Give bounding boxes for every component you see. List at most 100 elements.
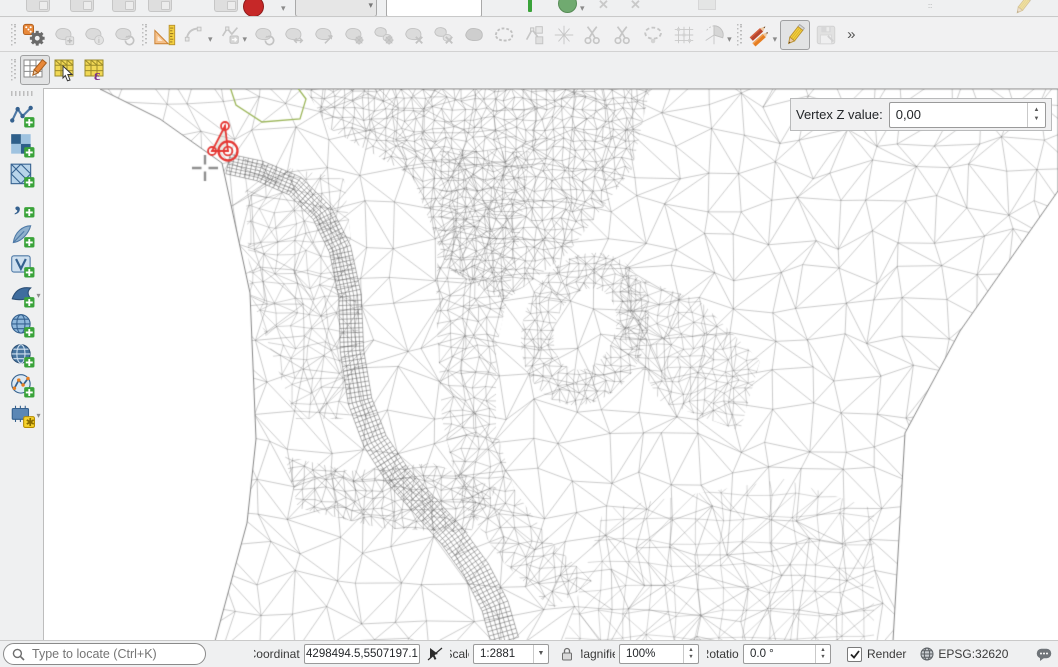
render-checkbox[interactable] (847, 647, 862, 662)
toolbar-drag-handle[interactable] (11, 59, 16, 81)
vertex-z-spinbox[interactable]: 0,00 ▲▼ (889, 102, 1046, 128)
top-toolbar-caret[interactable]: ▾ (580, 3, 585, 14)
flip-edges-button[interactable] (550, 21, 578, 49)
rotate-mesh-elements-button[interactable] (310, 21, 338, 49)
extent-toggle-icon[interactable] (427, 647, 443, 661)
move-mesh-elements-button[interactable] (280, 21, 308, 49)
settings-icon (22, 23, 46, 47)
top-toolbar-x-icon[interactable]: ✕ (598, 0, 609, 13)
add-vector-layer-icon (9, 102, 35, 128)
save-edits-button[interactable] (812, 21, 840, 49)
top-toolbar-combo[interactable]: ▾ (295, 0, 377, 17)
toolbar-separator (737, 24, 742, 46)
select-isolated-vertices-icon (642, 23, 666, 47)
add-wcs-layer-button[interactable] (6, 340, 38, 369)
messages-icon[interactable] (1036, 648, 1052, 661)
top-toolbar-red-record[interactable] (243, 0, 264, 17)
top-toolbar-stub[interactable] (112, 0, 136, 12)
transform-mesh-vertices-button[interactable]: ε (82, 56, 110, 84)
split-faces-button[interactable] (520, 21, 548, 49)
rotate-selection-button[interactable] (700, 21, 728, 49)
reload-mesh-button[interactable] (110, 21, 138, 49)
top-toolbar-dots[interactable]: ∶∶ (928, 2, 932, 11)
add-vector-tile-layer-button[interactable]: ✱▾ (6, 400, 38, 429)
rotation-spin-buttons[interactable]: ▲▼ (815, 645, 830, 663)
manage-layers-toolbar: ,▾✱▾ (0, 88, 44, 655)
add-delimited-text-layer-icon: , (9, 192, 35, 218)
top-toolbar-caret[interactable]: ▾ (281, 3, 286, 14)
add-wms-wmts-layer-button[interactable] (6, 310, 38, 339)
toolbar-overflow-button[interactable]: » (847, 26, 855, 43)
add-mesh-layer-button[interactable] (6, 160, 38, 189)
add-raster-layer-button[interactable] (6, 130, 38, 159)
mesh-information-button[interactable]: i (80, 21, 108, 49)
scissors-faces-icon (612, 23, 636, 47)
remove-faces-button[interactable] (400, 21, 428, 49)
add-mesh-layer-button[interactable] (50, 21, 78, 49)
advanced-digitizing-button[interactable] (151, 21, 179, 49)
split-faces-icon (522, 23, 546, 47)
top-toolbar-green-circle[interactable] (558, 0, 577, 13)
scale-label: Scale (450, 647, 469, 661)
reload-mesh-icon (112, 23, 136, 47)
remove-vertices-fill-icon (432, 23, 456, 47)
smooth-mesh-button[interactable] (340, 21, 368, 49)
top-toolbar-stub[interactable] (26, 0, 50, 12)
digitize-mesh-elements-button[interactable] (20, 55, 50, 85)
top-toolbar-pencil-faint[interactable] (1012, 0, 1034, 17)
add-vector-layer-button[interactable] (6, 100, 38, 129)
add-delimited-text-layer-button[interactable]: , (6, 190, 38, 219)
scale-dropdown[interactable]: ▼ (533, 645, 548, 663)
select-isolated-vertices-button[interactable] (640, 21, 668, 49)
top-toolbar-field[interactable] (386, 0, 482, 17)
refine-faces-button[interactable] (370, 21, 398, 49)
remove-vertices-fill-button[interactable] (430, 21, 458, 49)
scissors-vertices-button[interactable] (580, 21, 608, 49)
coordinate-value[interactable]: 4298494.5,5507197.1 (304, 644, 420, 664)
scale-combo[interactable]: 1:2881 ▼ (473, 644, 549, 664)
add-database-layer-dropdown-arrow[interactable]: ▾ (36, 291, 40, 300)
add-spatialite-layer-button[interactable] (6, 220, 38, 249)
toggle-editing-button[interactable] (780, 20, 810, 50)
vertex-z-spin-buttons[interactable]: ▲▼ (1027, 103, 1045, 127)
top-toolbar-x-icon[interactable]: ✕ (630, 0, 641, 13)
smooth-mesh-icon (342, 23, 366, 47)
toolbar-drag-handle[interactable] (11, 91, 33, 96)
force-by-selected-geometries-button[interactable] (250, 21, 278, 49)
map-canvas[interactable] (44, 89, 1058, 641)
save-edits-icon (814, 23, 838, 47)
refine-faces-icon (372, 23, 396, 47)
svg-text:,: , (14, 192, 21, 216)
add-database-layer-button[interactable]: ▾ (6, 280, 38, 309)
locator-search[interactable] (3, 643, 206, 665)
add-wfs-layer-button[interactable] (6, 370, 38, 399)
svg-text:✱: ✱ (25, 417, 34, 428)
add-virtual-layer-button[interactable] (6, 250, 38, 279)
lock-scale-icon[interactable] (561, 647, 573, 661)
top-toolbar-stub[interactable] (148, 0, 172, 12)
add-mesh-layer-icon (9, 162, 35, 188)
toolbar-drag-handle[interactable] (11, 24, 16, 46)
add-faces-button[interactable] (460, 21, 488, 49)
delaunay-triangulation-button[interactable] (490, 21, 518, 49)
scissors-faces-button[interactable] (610, 21, 638, 49)
digitize-with-curve-button[interactable] (181, 21, 209, 49)
select-mesh-elements-button[interactable] (52, 56, 80, 84)
top-toolbar-faint[interactable] (698, 0, 716, 10)
locator-input[interactable] (30, 646, 194, 662)
magnifier-spinbox[interactable]: 100% ▲▼ (619, 644, 699, 664)
top-toolbar-stub[interactable] (70, 0, 94, 12)
vertex-tool-button[interactable] (216, 21, 244, 49)
settings-button[interactable] (20, 21, 48, 49)
add-vector-tile-layer-dropdown-arrow[interactable]: ▾ (36, 411, 40, 420)
magnifier-label: Magnifier (581, 647, 615, 661)
advanced-digitizing-icon (153, 23, 177, 47)
rotation-spinbox[interactable]: 0.0 ° ▲▼ (743, 644, 831, 664)
crs-label[interactable]: EPSG:32620 (938, 647, 1008, 661)
top-toolbar-green-plus[interactable] (528, 0, 532, 12)
current-edits-button[interactable] (746, 21, 774, 49)
magnifier-spin-buttons[interactable]: ▲▼ (683, 645, 698, 663)
crs-globe-icon[interactable] (920, 647, 934, 661)
reindex-mesh-button[interactable] (670, 21, 698, 49)
top-toolbar-stub[interactable] (214, 0, 238, 12)
